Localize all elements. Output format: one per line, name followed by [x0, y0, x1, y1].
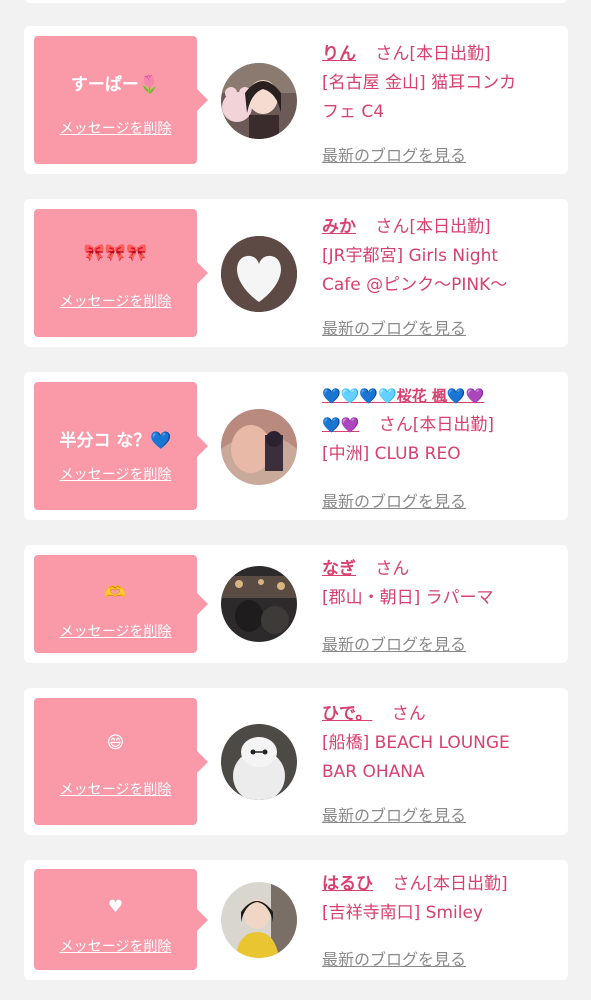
message-bubble: すーぱー🌷 メッセージを削除: [34, 36, 208, 164]
avatar[interactable]: [221, 409, 297, 485]
message-text: 😄: [106, 733, 125, 753]
delete-message-link[interactable]: メッセージを削除: [34, 118, 197, 138]
honorific: さん: [375, 217, 410, 237]
status-badge: [本日出勤]: [412, 415, 495, 435]
message-card: 😄 メッセージを削除 ひで。 さん [船橋] BEACH LOUNGE BAR …: [24, 688, 568, 835]
honorific: さん: [392, 874, 427, 894]
avatar-photo-girl-yellow-top: [221, 882, 297, 958]
status-badge: [本日出勤]: [409, 217, 491, 237]
avatar[interactable]: [221, 236, 297, 312]
message-text: 半分コ な？💙: [59, 431, 172, 451]
shop-line-1: [名古屋 金山] 猫耳コンカ: [322, 73, 517, 93]
cast-info: りん さん[本日出勤] [名古屋 金山] 猫耳コンカ フェ C4: [322, 40, 562, 127]
shop-line-1: [中洲] CLUB REO: [322, 444, 461, 464]
delete-message-link[interactable]: メッセージを削除: [34, 464, 197, 484]
avatar-photo-bar-interior: [221, 566, 297, 642]
status-badge: [本日出勤]: [426, 874, 508, 894]
message-card: 🎀🎀🎀 メッセージを削除 みか さん[本日出勤] [JR宇都宮] Girls N…: [24, 199, 568, 347]
latest-blog-link[interactable]: 最新のブログを見る: [322, 946, 466, 970]
cast-info: なぎ さん [郡山・朝日] ラパーマ: [322, 555, 562, 613]
message-card: ♥ メッセージを削除 はるひ さん[本日出勤] [吉祥寺南口] Smiley 最…: [24, 860, 568, 980]
shop-line-1: [船橋] BEACH LOUNGE: [322, 733, 510, 753]
delete-message-link[interactable]: メッセージを削除: [34, 779, 197, 799]
avatar[interactable]: [221, 882, 297, 958]
cast-info: 💙🩵💙🩵桜花 楓💙💜 💙💜 さん[本日出勤] [中洲] CLUB REO: [322, 382, 562, 469]
message-text: ♥: [107, 897, 124, 917]
shop-line-2: Cafe @ピンク〜PINK〜: [322, 275, 508, 295]
latest-blog-link[interactable]: 最新のブログを見る: [322, 142, 466, 166]
avatar[interactable]: [221, 724, 297, 800]
message-bubble: 🎀🎀🎀 メッセージを削除: [34, 209, 208, 337]
shop-line-2: フェ C4: [322, 102, 385, 122]
delete-message-link[interactable]: メッセージを削除: [34, 621, 197, 641]
cast-info: ひで。 さん [船橋] BEACH LOUNGE BAR OHANA: [322, 700, 562, 787]
message-bubble: 半分コ な？💙 メッセージを削除: [34, 382, 208, 510]
avatar-photo-plush-robot: [221, 724, 297, 800]
message-bubble: 😄 メッセージを削除: [34, 698, 208, 825]
honorific: さん: [375, 559, 410, 579]
avatar[interactable]: [221, 63, 297, 139]
avatar-photo-girl-with-figure: [221, 409, 297, 485]
cast-name-link[interactable]: なぎ: [322, 559, 356, 579]
cast-name-link[interactable]: みか: [322, 217, 356, 237]
cast-name-link[interactable]: 💙🩵💙🩵桜花 楓💙💜: [322, 387, 484, 405]
message-text: 🎀🎀🎀: [83, 243, 148, 263]
cast-info: はるひ さん[本日出勤] [吉祥寺南口] Smiley: [322, 870, 562, 928]
message-bubble: 🫶 メッセージを削除: [34, 555, 208, 653]
cast-name-link[interactable]: はるひ: [322, 874, 373, 894]
message-text: すーぱー🌷: [70, 75, 161, 95]
latest-blog-link[interactable]: 最新のブログを見る: [322, 315, 466, 339]
delete-message-link[interactable]: メッセージを削除: [34, 291, 197, 311]
delete-message-link[interactable]: メッセージを削除: [34, 936, 197, 956]
honorific: さん: [375, 44, 410, 64]
message-bubble: ♥ メッセージを削除: [34, 869, 208, 970]
honorific: さん: [391, 704, 426, 724]
message-card: 半分コ な？💙 メッセージを削除 💙🩵💙🩵桜花 楓💙💜 💙💜 さん[本日出勤] …: [24, 372, 568, 520]
cast-info: みか さん[本日出勤] [JR宇都宮] Girls Night Cafe @ピン…: [322, 213, 562, 300]
message-text: 🫶: [104, 583, 127, 603]
cast-name-link[interactable]: ひで。: [322, 704, 372, 724]
shop-line-1: [郡山・朝日] ラパーマ: [322, 588, 494, 608]
honorific: さん: [378, 415, 413, 435]
message-card: 🫶 メッセージを削除 なぎ さん [郡山・朝日] ラパーマ 最新のブログを見る: [24, 545, 568, 663]
avatar[interactable]: [221, 566, 297, 642]
latest-blog-link[interactable]: 最新のブログを見る: [322, 631, 466, 655]
previous-card-edge: [24, 0, 568, 3]
latest-blog-link[interactable]: 最新のブログを見る: [322, 802, 466, 826]
avatar-photo-girl-with-plush: [221, 63, 297, 139]
status-badge: [本日出勤]: [409, 44, 491, 64]
cast-name-link-continued[interactable]: 💙💜: [322, 416, 359, 434]
shop-line-2: BAR OHANA: [322, 762, 425, 782]
avatar-photo-heart: [221, 236, 297, 312]
shop-line-1: [JR宇都宮] Girls Night: [322, 246, 499, 266]
message-card: すーぱー🌷 メッセージを削除 りん さん[本日出勤] [名古屋 金山] 猫耳コン…: [24, 26, 568, 174]
cast-name-link[interactable]: りん: [322, 44, 356, 64]
latest-blog-link[interactable]: 最新のブログを見る: [322, 488, 466, 512]
shop-line-1: [吉祥寺南口] Smiley: [322, 903, 483, 923]
